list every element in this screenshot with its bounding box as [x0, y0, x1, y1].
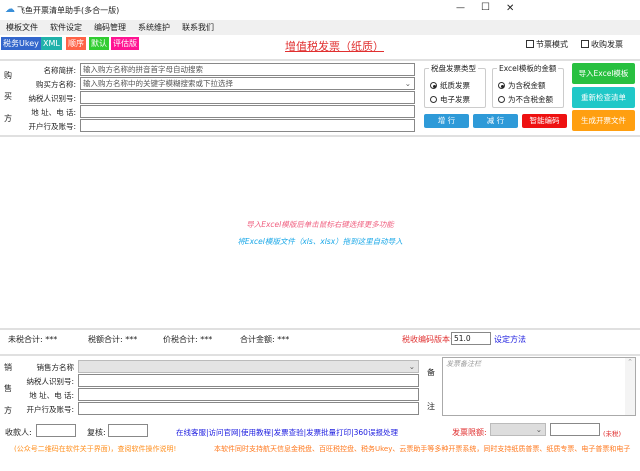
radio-paper[interactable]: 纸质发票 — [430, 80, 470, 91]
remarks-side-label: 注 — [427, 402, 435, 411]
recheck-list-button[interactable]: 重新检查清单 — [572, 87, 635, 108]
generate-file-button[interactable]: 生成开票文件 — [572, 110, 635, 131]
seller-side-label: 方 — [4, 406, 12, 415]
tag-xml: XML — [41, 37, 62, 50]
remarks-side-label: 备 — [427, 368, 435, 377]
menu-system[interactable]: 系统维护 — [132, 20, 176, 35]
seller-side-label: 销 — [4, 363, 12, 372]
menu-settings[interactable]: 软件设定 — [44, 20, 88, 35]
app-icon: ☁ — [5, 4, 15, 15]
buyer-address-input[interactable] — [80, 105, 415, 118]
menu-contact[interactable]: 联系我们 — [176, 20, 220, 35]
tag-order: 顺序 — [66, 37, 86, 50]
name-pinyin-label: 名称简拼: — [43, 66, 76, 75]
footer-notice-right: 本软件同时支持航天信息金税盘、百旺税控盘、税务Ukey、云票助手等多种开票系统，… — [214, 445, 631, 453]
window-title: 飞鱼开票清单助手(多合一版) — [17, 6, 120, 15]
radio-tax-included[interactable]: 为含税金额 — [498, 80, 546, 91]
radio-tax-excluded[interactable]: 为不含税金额 — [498, 94, 553, 105]
minimize-button[interactable]: — — [456, 3, 465, 13]
invoice-limit-input[interactable] — [550, 423, 600, 436]
chevron-down-icon: ⌄ — [404, 79, 411, 88]
invoice-limit-select[interactable]: ⌄ — [490, 423, 546, 436]
footer-notice-left: (公众号二维码在软件关于界面)，查阅软件操作说明! — [14, 445, 177, 453]
name-pinyin-input[interactable]: 输入购方名称的拼音首字母自动搜索 — [80, 63, 415, 76]
tag-ukey: 税务Ukey — [1, 37, 41, 50]
menu-bar: 模板文件 软件设定 编码管理 系统维护 联系我们 — [0, 20, 640, 35]
title-bar: ☁ 飞鱼开票清单助手(多合一版) — ☐ ✕ — [0, 0, 640, 20]
buyer-name-select[interactable]: 输入购方名称中的关键字模糊搜索或下拉选择 ⌄ — [80, 77, 415, 90]
untaxed-total: 未税合计: *** — [8, 335, 58, 344]
buyer-address-label: 地 址、电 话: — [31, 108, 76, 117]
seller-taxid-input[interactable] — [78, 374, 419, 387]
hint-drag-drop: 将Excel模版文件（xls、xlsx）拖到这里自动导入 — [237, 237, 403, 246]
buyer-side-label: 买 — [4, 92, 12, 101]
seller-bank-label: 开户行及账号: — [26, 405, 74, 414]
buyer-taxid-label: 纳税人识别号: — [28, 94, 76, 103]
purchase-invoice-checkbox[interactable]: 收购发票 — [581, 39, 623, 50]
tag-trial: 评估版 — [111, 37, 139, 50]
seller-taxid-label: 纳税人识别号: — [26, 377, 74, 386]
close-button[interactable]: ✕ — [506, 3, 514, 14]
seller-side-label: 售 — [4, 384, 12, 393]
seller-name-select[interactable]: ⌄ — [78, 360, 419, 373]
seller-bank-input[interactable] — [78, 402, 419, 415]
import-excel-button[interactable]: 导入Excel模板 — [572, 63, 635, 84]
delete-row-button[interactable]: 减 行 — [473, 114, 518, 128]
limit-unit: (未税) — [603, 430, 622, 438]
excel-amount-group: Excel模板的金额 为含税金额 为不含税金额 — [492, 63, 564, 108]
payee-label: 收款人: — [5, 428, 32, 437]
tax-code-version-input[interactable]: 51.0 — [451, 332, 491, 345]
section-mode-checkbox[interactable]: 节票模式 — [526, 39, 568, 50]
chevron-down-icon: ⌄ — [408, 362, 415, 371]
group-title: 税盘发票类型 — [429, 63, 478, 74]
help-links[interactable]: 在线客服|访问官网|使用教程|发票查验|发票批量打印|360误报处理 — [176, 427, 398, 438]
invoice-title[interactable]: 增值税发票（纸质） — [285, 38, 384, 54]
total-amount: 合计金额: *** — [240, 335, 290, 344]
remarks-textarea[interactable]: 发票备注栏 ⌃ — [442, 357, 636, 416]
price-tax-total: 价税合计: *** — [163, 335, 213, 344]
buyer-side-label: 购 — [4, 71, 12, 80]
group-title: Excel模板的金额 — [497, 63, 559, 74]
buyer-bank-input[interactable] — [80, 119, 415, 132]
item-drop-area[interactable]: 导入Excel模版后单击鼠标右键选择更多功能 将Excel模版文件（xls、xl… — [0, 137, 640, 327]
reviewer-input[interactable] — [108, 424, 148, 437]
seller-address-label: 地 址、电 话: — [29, 391, 74, 400]
seller-address-input[interactable] — [78, 388, 419, 401]
maximize-button[interactable]: ☐ — [481, 2, 490, 13]
payee-input[interactable] — [36, 424, 76, 437]
hint-right-click: 导入Excel模版后单击鼠标右键选择更多功能 — [246, 220, 394, 229]
invoice-limit-label: 发票限额: — [452, 428, 487, 437]
scrollbar[interactable]: ⌃ — [625, 358, 635, 415]
menu-template-file[interactable]: 模板文件 — [0, 20, 44, 35]
tax-disk-type-group: 税盘发票类型 纸质发票 电子发票 — [424, 63, 486, 108]
add-row-button[interactable]: 增 行 — [424, 114, 469, 128]
setup-method-link[interactable]: 设定方法 — [494, 334, 526, 345]
radio-electronic[interactable]: 电子发票 — [430, 94, 470, 105]
buyer-bank-label: 开户行及账号: — [28, 122, 76, 131]
tag-default: 默认 — [89, 37, 109, 50]
reviewer-label: 复核: — [87, 428, 106, 437]
menu-code-management[interactable]: 编码管理 — [88, 20, 132, 35]
buyer-name-label: 购买方名称: — [35, 80, 76, 89]
chevron-down-icon: ⌄ — [535, 425, 542, 434]
tax-total: 税额合计: *** — [88, 335, 138, 344]
buyer-side-label: 方 — [4, 114, 12, 123]
seller-name-label: 销售方名称 — [36, 363, 75, 372]
smart-code-button[interactable]: 智能编码 — [522, 114, 567, 128]
buyer-taxid-input[interactable] — [80, 91, 415, 104]
